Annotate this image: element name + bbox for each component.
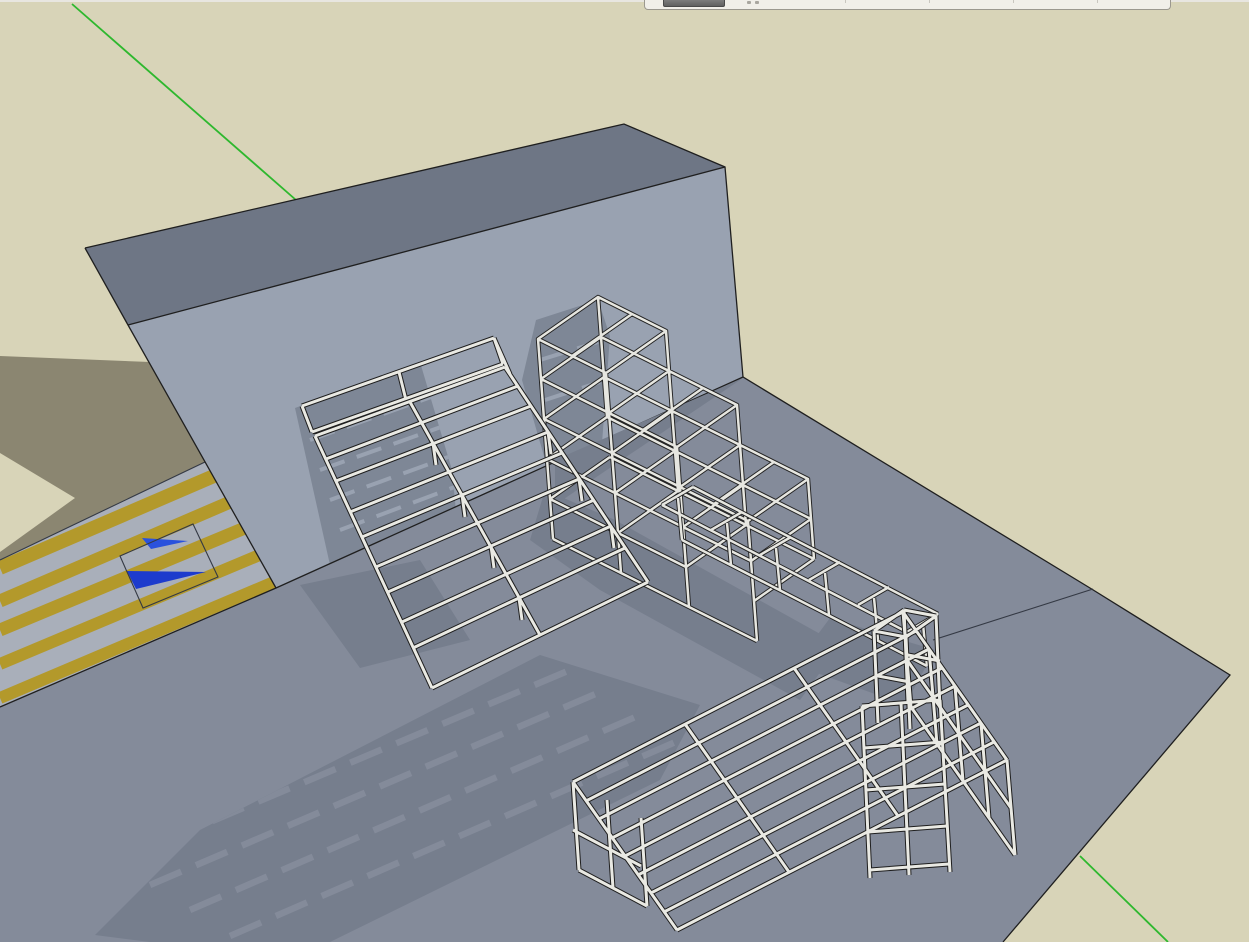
toolbar-separator xyxy=(845,0,846,3)
model-viewport[interactable] xyxy=(0,0,1249,942)
toolbar-button[interactable] xyxy=(663,0,725,7)
toolbar-separator xyxy=(929,0,930,3)
toolbar-fragment[interactable] xyxy=(644,0,1171,10)
toolbar-mark-icon xyxy=(747,1,751,4)
toolbar-mark-icon xyxy=(755,1,759,4)
toolbar-separator xyxy=(1097,0,1098,3)
toolbar-separator xyxy=(1013,0,1014,3)
scene-canvas[interactable] xyxy=(0,0,1249,942)
